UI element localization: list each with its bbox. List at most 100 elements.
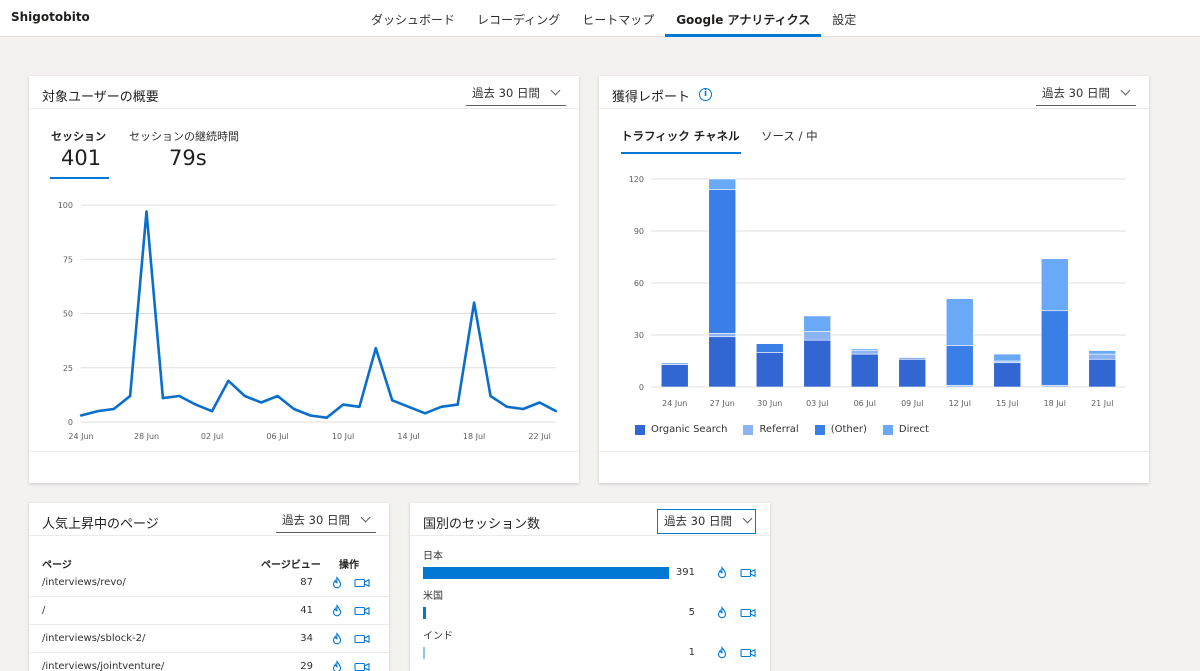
bar-segment-referral[interactable] bbox=[708, 332, 737, 338]
card-footer-divider bbox=[599, 451, 1149, 452]
heatmap-icon[interactable] bbox=[330, 631, 344, 645]
table-row: / 41 bbox=[29, 597, 389, 625]
data-point[interactable] bbox=[128, 394, 132, 398]
sessions-series-line[interactable] bbox=[80, 210, 557, 419]
country-session-bar[interactable] bbox=[423, 647, 425, 659]
bar-segment-other[interactable] bbox=[945, 345, 974, 386]
data-point[interactable] bbox=[472, 301, 476, 304]
date-range-dropdown[interactable]: 過去 30 日間 bbox=[276, 509, 376, 533]
date-range-dropdown[interactable]: 過去 30 日間 bbox=[657, 509, 756, 534]
date-range-dropdown[interactable]: 過去 30 日間 bbox=[466, 82, 566, 106]
legend-referral[interactable]: Referral bbox=[743, 424, 799, 435]
data-point[interactable] bbox=[259, 401, 263, 404]
bar-segment-organicsearch[interactable] bbox=[1088, 358, 1117, 388]
data-point[interactable] bbox=[358, 405, 361, 409]
data-point[interactable] bbox=[374, 347, 378, 350]
data-point[interactable] bbox=[489, 394, 492, 398]
heatmap-icon[interactable] bbox=[715, 605, 729, 619]
data-point[interactable] bbox=[538, 401, 541, 404]
legend-other[interactable]: (Other) bbox=[814, 424, 867, 435]
page-path[interactable]: /interviews/revo/ bbox=[42, 577, 126, 588]
data-point[interactable] bbox=[522, 407, 525, 411]
nav-settings[interactable]: 設定 bbox=[821, 0, 867, 37]
bar-segment-organicsearch[interactable] bbox=[898, 358, 927, 388]
data-point[interactable] bbox=[227, 379, 230, 382]
data-point[interactable] bbox=[292, 407, 296, 411]
bar-segment-referral[interactable] bbox=[850, 350, 879, 355]
bar-segment-organicsearch[interactable] bbox=[660, 364, 689, 388]
heatmap-icon[interactable] bbox=[330, 659, 344, 671]
heatmap-icon[interactable] bbox=[330, 603, 344, 617]
tab-source-medium[interactable]: ソース / 中 bbox=[761, 128, 818, 144]
bar-segment-organicsearch[interactable] bbox=[708, 336, 737, 388]
x-tick-label: 02 Jul bbox=[201, 432, 223, 441]
heatmap-icon[interactable] bbox=[330, 575, 344, 589]
recording-icon[interactable] bbox=[354, 659, 370, 671]
data-point[interactable] bbox=[276, 394, 279, 398]
bar-segment-organicsearch[interactable] bbox=[993, 362, 1022, 388]
recording-icon[interactable] bbox=[740, 645, 756, 659]
recording-icon[interactable] bbox=[354, 575, 370, 589]
bar-segment-referral[interactable] bbox=[660, 362, 689, 365]
bar-segment-organicsearch[interactable] bbox=[755, 352, 784, 388]
data-point[interactable] bbox=[96, 409, 99, 413]
data-point[interactable] bbox=[325, 416, 328, 419]
page-path[interactable]: /interviews/sblock-2/ bbox=[42, 633, 145, 644]
data-point[interactable] bbox=[423, 412, 427, 415]
bar-segment-other[interactable] bbox=[755, 343, 784, 353]
data-point[interactable] bbox=[145, 210, 148, 213]
data-point[interactable] bbox=[309, 414, 312, 417]
country-session-bar[interactable] bbox=[423, 567, 669, 579]
data-point[interactable] bbox=[112, 407, 115, 411]
data-point[interactable] bbox=[178, 394, 181, 398]
date-range-dropdown[interactable]: 過去 30 日間 bbox=[1036, 82, 1136, 106]
recording-icon[interactable] bbox=[740, 605, 756, 619]
data-point[interactable] bbox=[391, 399, 394, 402]
page-path[interactable]: / bbox=[42, 605, 45, 616]
country-session-bar[interactable] bbox=[423, 607, 427, 619]
data-point[interactable] bbox=[161, 396, 165, 400]
heatmap-icon[interactable] bbox=[715, 645, 729, 659]
data-point[interactable] bbox=[456, 403, 459, 406]
tab-traffic-channel[interactable]: トラフィック チャネル bbox=[621, 128, 740, 144]
bar-segment-organicsearch[interactable] bbox=[850, 353, 879, 388]
bar-segment-direct[interactable] bbox=[803, 315, 832, 332]
info-icon[interactable]: i bbox=[699, 88, 712, 101]
data-point[interactable] bbox=[210, 409, 214, 413]
data-point[interactable] bbox=[407, 405, 410, 409]
heatmap-icon[interactable] bbox=[715, 565, 729, 579]
bar-segment-direct[interactable] bbox=[708, 178, 737, 190]
x-tick-label: 06 Jul bbox=[854, 399, 876, 408]
metric-session-duration[interactable]: セッションの継続時間 79s bbox=[129, 128, 239, 170]
bar-segment-organicsearch[interactable] bbox=[803, 339, 832, 388]
legend-organic-search[interactable]: Organic Search bbox=[635, 424, 727, 435]
bar-segment-referral[interactable] bbox=[803, 331, 832, 341]
bar-segment-direct[interactable] bbox=[850, 348, 879, 351]
data-point[interactable] bbox=[440, 405, 443, 409]
nav-dashboard[interactable]: ダッシュボード bbox=[360, 0, 466, 37]
page-path[interactable]: /interviews/jointventure/ bbox=[42, 661, 164, 671]
data-point[interactable] bbox=[554, 409, 558, 413]
bar-segment-other[interactable] bbox=[708, 189, 737, 334]
bar-segment-direct[interactable] bbox=[1088, 350, 1117, 355]
bar-segment-direct[interactable] bbox=[945, 298, 974, 346]
data-point[interactable] bbox=[505, 405, 509, 409]
bar-segment-direct[interactable] bbox=[1040, 258, 1069, 312]
data-point[interactable] bbox=[79, 414, 83, 417]
recording-icon[interactable] bbox=[354, 603, 370, 617]
recording-icon[interactable] bbox=[354, 631, 370, 645]
bar-segment-direct[interactable] bbox=[993, 353, 1022, 362]
nav-google-analytics[interactable]: Google アナリティクス bbox=[665, 0, 822, 37]
nav-heatmaps[interactable]: ヒートマップ bbox=[571, 0, 665, 37]
bar-segment-referral[interactable] bbox=[898, 357, 927, 360]
legend-label: (Other) bbox=[830, 424, 867, 435]
data-point[interactable] bbox=[341, 403, 345, 406]
data-point[interactable] bbox=[194, 403, 197, 406]
legend-direct[interactable]: Direct bbox=[882, 424, 929, 435]
recording-icon[interactable] bbox=[740, 565, 756, 579]
metric-sessions[interactable]: セッション 401 bbox=[51, 128, 106, 170]
bar-segment-referral[interactable] bbox=[1088, 353, 1117, 360]
data-point[interactable] bbox=[243, 394, 246, 398]
nav-recordings[interactable]: レコーディング bbox=[466, 0, 571, 37]
bar-segment-other[interactable] bbox=[1040, 310, 1069, 386]
